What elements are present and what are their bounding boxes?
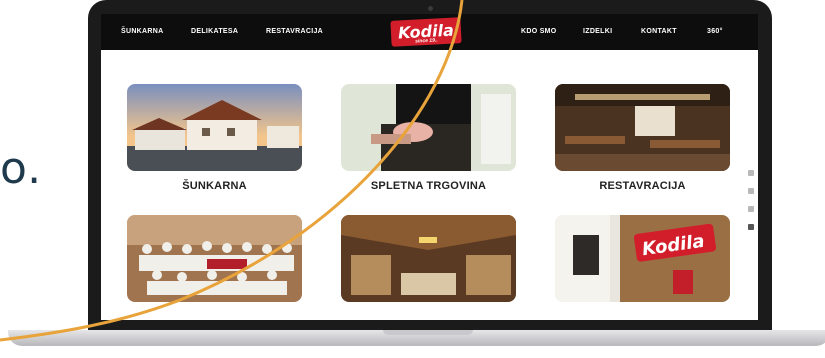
decorative-curve — [0, 0, 464, 342]
